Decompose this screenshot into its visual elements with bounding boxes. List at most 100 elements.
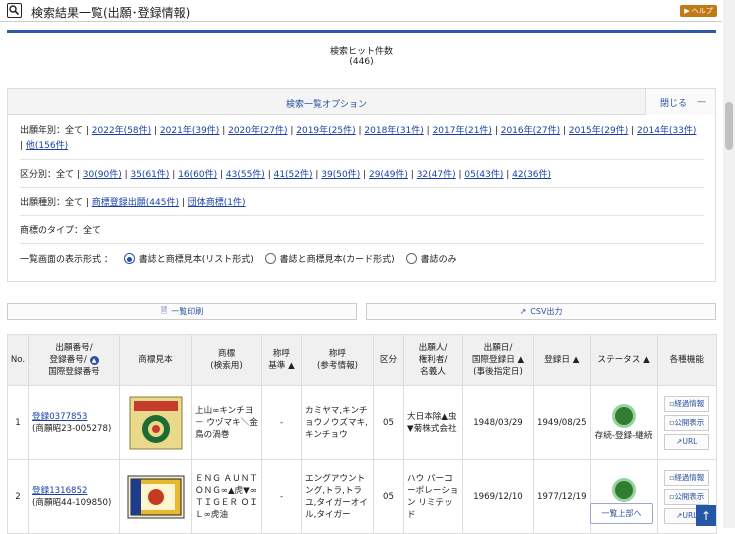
col-status-label: ステータス	[597, 355, 641, 365]
publication-label: 公開表示	[674, 417, 705, 427]
trademark-image[interactable]	[127, 394, 185, 452]
row-number: 登録0377853 (商願昭23-005278)	[28, 385, 120, 460]
year-link[interactable]: 2016年(27件)	[501, 126, 560, 136]
status-text: 存続-登録-継続	[594, 430, 653, 441]
options-header: 検索一覧オプション 閉じる —	[8, 89, 715, 115]
class-link[interactable]: 30(90件)	[83, 170, 122, 180]
class-link[interactable]: 16(60件)	[178, 170, 217, 180]
row-class: 05	[373, 459, 404, 534]
sort-asc-icon: ▲	[288, 361, 295, 371]
close-label: 閉じる	[660, 98, 688, 109]
col-call[interactable]: 称呼基準 ▲	[261, 334, 302, 386]
row-reg-date: 1949/08/25	[533, 385, 591, 460]
col-mark-line1: 商標	[217, 349, 236, 359]
row-ref: エングアウントング,トラ,トラユ,タイガーオイル,タイガー	[301, 459, 374, 534]
col-class: 区分	[373, 334, 404, 386]
col-date-line2: 国際登録日	[471, 355, 515, 365]
csv-export-button[interactable]: ↗ CSV出力	[366, 303, 716, 320]
col-call-line2: 基準	[268, 361, 286, 371]
application-number: (商願昭23-005278)	[32, 423, 112, 434]
year-filter-row: 出願年別：全て | 2022年(58件) | 2021年(39件) | 2020…	[20, 126, 697, 151]
registration-link[interactable]: 登録1316852	[32, 486, 87, 496]
url-button[interactable]: ↗URL	[664, 433, 710, 450]
class-filter-label: 区分別：全て	[20, 170, 75, 180]
class-link[interactable]: 39(50件)	[321, 170, 360, 180]
display-format-label: 一覧画面の表示形式 ：	[20, 255, 113, 265]
year-link[interactable]: 2021年(39件)	[160, 126, 219, 136]
status-medal-icon	[611, 477, 636, 502]
class-link[interactable]: 29(49件)	[369, 170, 408, 180]
col-no: No.	[7, 334, 29, 386]
trademark-image[interactable]	[127, 468, 185, 526]
row-app-date: 1948/03/29	[462, 385, 534, 460]
class-link[interactable]: 41(52件)	[274, 170, 313, 180]
registration-link[interactable]: 登録0377853	[32, 412, 87, 422]
history-button[interactable]: ▫経過情報	[664, 469, 710, 486]
history-label: 経過情報	[674, 398, 705, 408]
application-type-link[interactable]: 団体商標(1件)	[188, 198, 246, 208]
document-icon: 🗎	[160, 305, 168, 315]
radio-list-format[interactable]	[123, 253, 135, 264]
col-ref-line1: 称呼	[328, 349, 347, 359]
class-link[interactable]: 35(61件)	[130, 170, 169, 180]
display-format-row: 一覧画面の表示形式 ： 書誌と商標見本(リスト形式) 書誌と商標見本(カード形式…	[20, 253, 702, 268]
col-number-line3: 国際登録番号	[48, 367, 100, 377]
col-status[interactable]: ステータス ▲	[589, 334, 658, 386]
col-ref-line2: (参考情報)	[316, 361, 359, 371]
arrow-up-icon[interactable]: ↑	[696, 505, 716, 526]
options-close-button[interactable]: 閉じる —	[645, 89, 715, 115]
scrollbar-thumb[interactable]	[725, 102, 733, 150]
class-link[interactable]: 43(55件)	[226, 170, 265, 180]
application-type-link[interactable]: 商標登録出願(445件)	[92, 198, 179, 208]
publication-button[interactable]: ▫公開表示	[664, 414, 710, 431]
class-link[interactable]: 42(36件)	[512, 170, 551, 180]
sort-asc-icon: ▲	[643, 355, 650, 365]
col-applicant: 出願人/権利者/名義人	[403, 334, 463, 386]
radio-card-format[interactable]	[264, 253, 276, 264]
class-filter-row: 区分別：全て | 30(90件) | 35(61件) | 16(60件) | 4…	[20, 170, 552, 180]
row-sample	[119, 385, 192, 460]
year-filter-label: 出願年別：全て	[20, 126, 84, 136]
print-list-button[interactable]: 🗎 一覧印刷	[7, 303, 357, 320]
back-to-top-button[interactable]: 一覧上部へ	[590, 503, 653, 524]
row-number: 登録1316852 (商願昭44-109850)	[28, 459, 120, 534]
year-link[interactable]: 2017年(21件)	[433, 126, 492, 136]
radio-biblio-only[interactable]	[405, 253, 417, 264]
history-label: 経過情報	[674, 472, 705, 482]
year-link[interactable]: 他(156件)	[26, 141, 68, 151]
hit-count-label: 検索ヒット件数	[329, 47, 393, 57]
scrollbar-track[interactable]	[723, 0, 735, 528]
year-link[interactable]: 2015年(29件)	[569, 126, 628, 136]
col-reg-date[interactable]: 登録日 ▲	[533, 334, 591, 386]
col-applicant-line2: 権利者/	[418, 355, 448, 365]
search-icon	[7, 3, 22, 18]
history-button[interactable]: ▫経過情報	[664, 395, 710, 412]
year-link[interactable]: 2014年(33件)	[637, 126, 696, 136]
application-type-row: 出願種別：全て | 商標登録出願(445件) | 団体商標(1件)	[20, 198, 246, 208]
col-mark: 商標 (検索用)	[191, 334, 262, 386]
year-link[interactable]: 2019年(25件)	[296, 126, 355, 136]
hit-count-value: (446)	[349, 57, 374, 67]
external-link-icon: ↗	[519, 307, 527, 316]
row-mark: ＥＮＧ ＡＵＮＴＯＮＧ∞▲虎▼∞ＴＩＧＥＲ ＯＩＬ∞虎油	[191, 459, 262, 534]
publication-button[interactable]: ▫公開表示	[664, 488, 710, 505]
col-regdate-label: 登録日	[544, 355, 570, 365]
radio-label: 書誌と商標見本(カード形式)	[279, 255, 395, 265]
col-app-date[interactable]: 出願日/国際登録日 ▲ (事後指定日)	[462, 334, 534, 386]
row-status: 存続-登録-継続	[589, 385, 658, 460]
row-call: -	[261, 385, 302, 460]
class-link[interactable]: 32(47件)	[417, 170, 456, 180]
year-link[interactable]: 2022年(58件)	[92, 126, 151, 136]
row-applicant: 大日本除▲虫▼菊株式会社	[403, 385, 463, 460]
help-button[interactable]: ▶ ヘルプ	[680, 5, 717, 17]
sort-circle-icon[interactable]: ▲	[89, 356, 99, 365]
class-link[interactable]: 05(43件)	[464, 170, 503, 180]
year-link[interactable]: 2018年(31件)	[364, 126, 423, 136]
row-call: -	[261, 459, 302, 534]
options-title: 検索一覧オプション	[285, 100, 367, 110]
col-functions: 各種機能	[656, 334, 718, 386]
col-call-line1: 称呼	[272, 349, 291, 359]
col-number[interactable]: 出願番号/ 登録番号/ ▲ 国際登録番号	[28, 334, 120, 386]
year-link[interactable]: 2020年(27件)	[228, 126, 287, 136]
row-ref: カミヤマ,キンチョウノウズマキ,キンチョウ	[301, 385, 374, 460]
